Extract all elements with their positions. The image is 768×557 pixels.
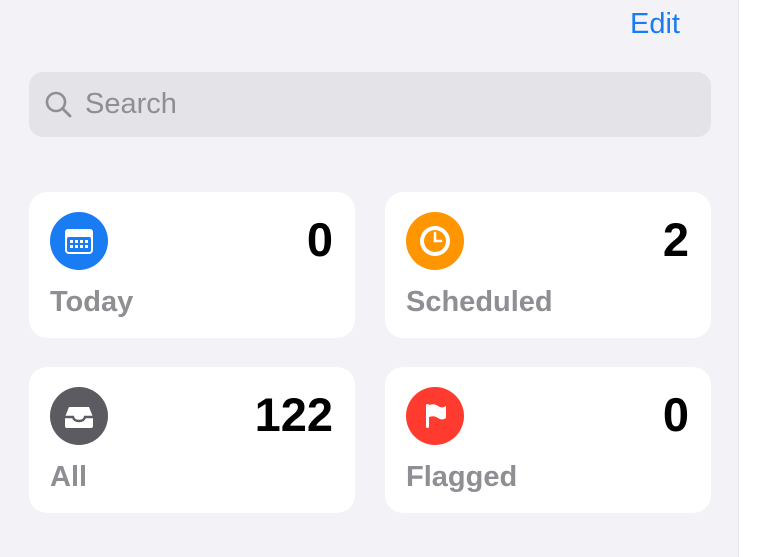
smart-list-all[interactable]: 122 All [29,367,355,513]
smart-list-today[interactable]: 0 Today [29,192,355,338]
search-icon [45,91,72,117]
search-bar[interactable] [29,72,711,137]
scheduled-count: 2 [662,213,689,266]
smart-list-flagged[interactable]: 0 Flagged [385,367,711,513]
today-label: Today [50,286,134,318]
sidebar-panel: Edit 0 Today [0,0,738,557]
scheduled-label: Scheduled [406,286,553,318]
today-count: 0 [306,213,333,266]
search-input[interactable] [83,87,647,122]
flag-icon [406,387,464,445]
all-count: 122 [254,388,333,441]
split-divider [738,0,739,557]
flagged-count: 0 [662,388,689,441]
clock-icon [406,212,464,270]
smart-list-scheduled[interactable]: 2 Scheduled [385,192,711,338]
edit-button[interactable]: Edit [630,8,680,41]
tray-icon [50,387,108,445]
all-label: All [50,461,88,493]
flagged-label: Flagged [406,461,518,493]
calendar-icon [50,212,108,270]
